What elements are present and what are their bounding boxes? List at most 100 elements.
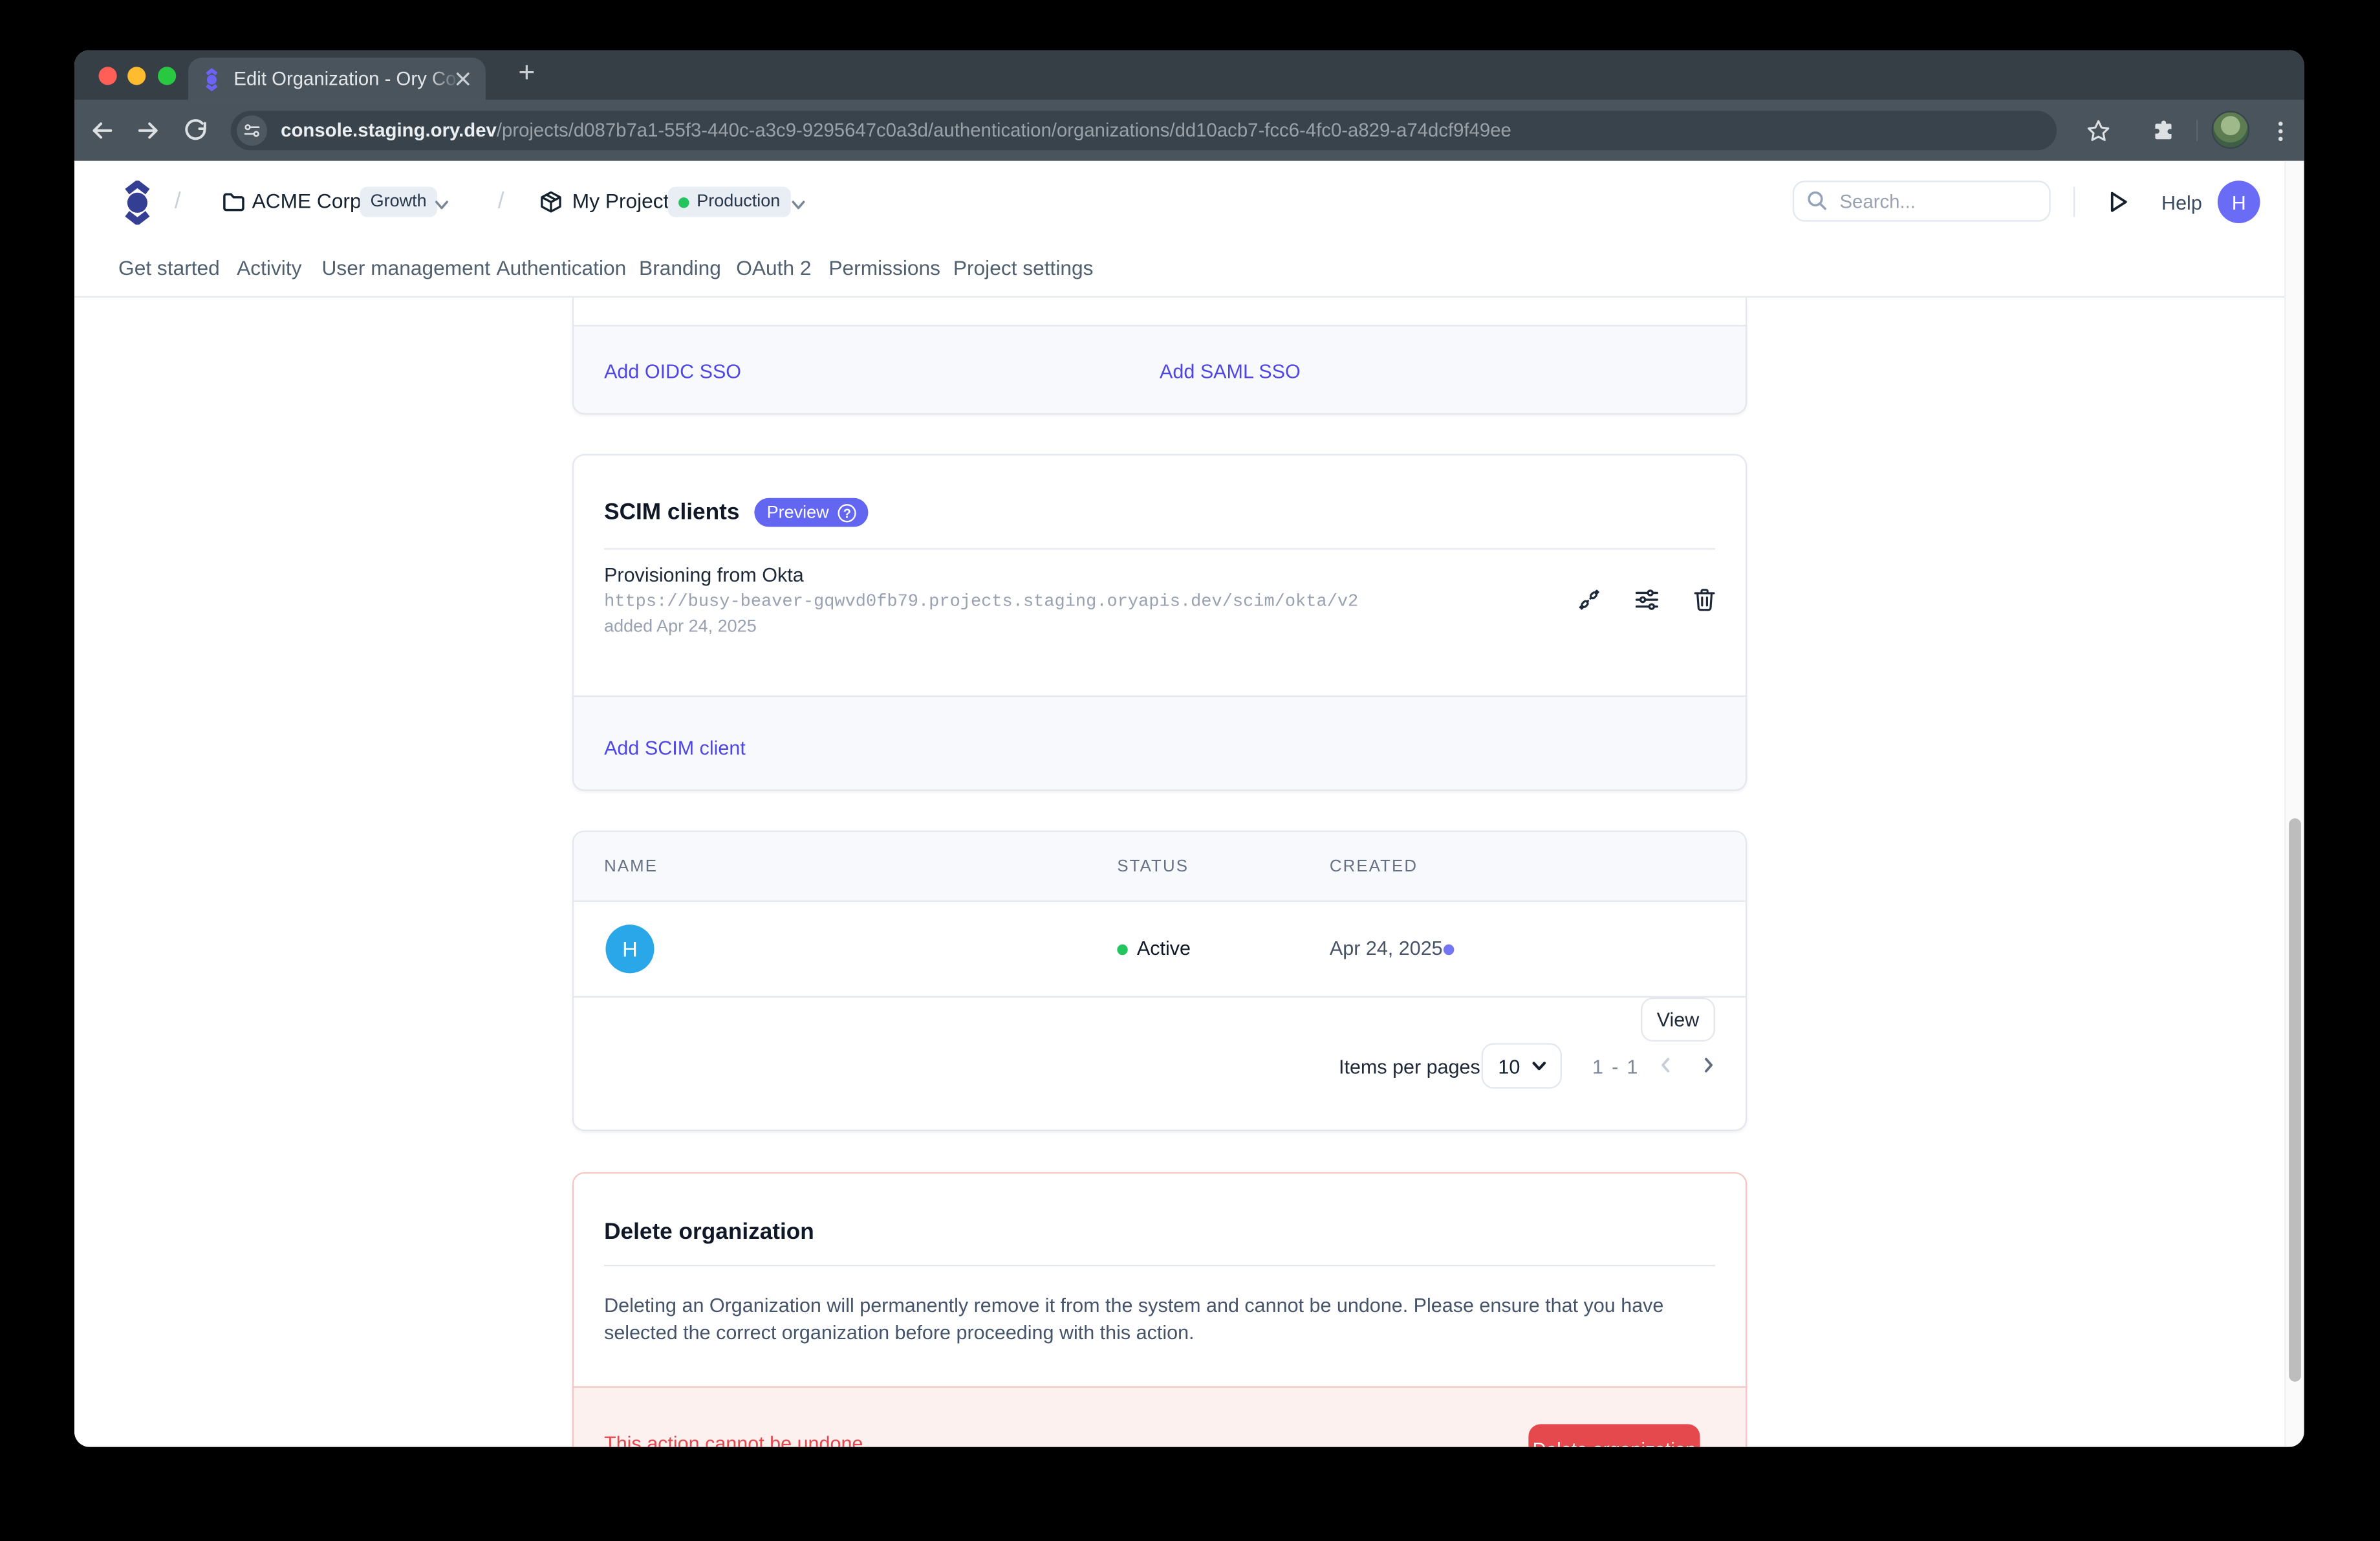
organization-avatar: H: [605, 924, 654, 973]
browser-tab-strip: Edit Organization - Ory Console +: [74, 50, 2304, 100]
traffic-light-zoom[interactable]: [158, 67, 176, 85]
search-input[interactable]: [1793, 180, 2051, 221]
browser-profile-avatar[interactable]: [2211, 111, 2249, 149]
sso-card: Add OIDC SSO Add SAML SSO: [572, 298, 1747, 415]
table-header-name: NAME: [604, 858, 658, 876]
extensions-icon[interactable]: [2151, 118, 2177, 144]
url-path: /projects/d087b7a1-55f3-440c-a3c9-929564…: [497, 120, 1511, 141]
test-connection-icon[interactable]: [1575, 586, 1603, 613]
url-bar[interactable]: console.staging.ory.dev/projects/d087b7a…: [231, 111, 2057, 150]
scim-card-title: SCIM clients: [604, 499, 739, 525]
scim-clients-card: SCIM clients Preview ? Provisioning from…: [572, 454, 1747, 791]
status-label: Active: [1137, 937, 1191, 959]
nav-permissions[interactable]: Permissions: [828, 257, 940, 279]
nav-project-settings[interactable]: Project settings: [953, 257, 1094, 279]
nav-oauth2[interactable]: OAuth 2: [736, 257, 811, 279]
site-settings-icon[interactable]: [237, 115, 267, 146]
help-link[interactable]: Help: [2161, 191, 2202, 214]
next-page-icon[interactable]: [1698, 1055, 1718, 1075]
preview-badge[interactable]: Preview ?: [755, 498, 869, 527]
url-text: console.staging.ory.dev/projects/d087b7a…: [281, 120, 1511, 141]
status-dot: [1117, 945, 1127, 955]
preview-badge-label: Preview: [767, 503, 829, 521]
page-size-select[interactable]: 10: [1482, 1043, 1562, 1088]
run-play-icon[interactable]: [2107, 190, 2130, 214]
delete-warning-text: This action cannot be undone.: [604, 1432, 869, 1447]
workspace-plan-badge: Growth: [360, 187, 437, 217]
environment-status-dot: [678, 197, 689, 207]
delete-organization-button[interactable]: Delete organization: [1528, 1424, 1700, 1447]
scim-client-name: Provisioning from Okta: [604, 563, 804, 586]
trash-icon[interactable]: [1691, 586, 1718, 613]
environment-badge: Production: [668, 187, 791, 217]
created-indicator-dot: [1444, 945, 1454, 955]
search-icon: [1806, 190, 1828, 211]
browser-menu-icon[interactable]: [2267, 118, 2293, 144]
nav-get-started[interactable]: Get started: [118, 257, 220, 279]
project-cube-icon: [539, 190, 563, 214]
workspace-chevron-down-icon[interactable]: [433, 196, 451, 214]
prev-page-icon[interactable]: [1656, 1055, 1676, 1075]
table-row[interactable]: H Active Apr 24, 2025 View: [574, 902, 1746, 998]
user-avatar[interactable]: H: [2218, 180, 2260, 223]
organizations-table-card: NAME STATUS CREATED H Active Apr 24, 202…: [572, 831, 1747, 1131]
toolbar-divider: [2196, 120, 2198, 141]
chevron-down-icon: [1530, 1056, 1548, 1075]
bookmark-star-icon[interactable]: [2086, 118, 2112, 144]
view-button[interactable]: View: [1641, 998, 1715, 1042]
back-icon[interactable]: [88, 117, 115, 144]
environment-label: Production: [697, 193, 780, 211]
url-host: console.staging.ory.dev: [281, 120, 497, 141]
scim-card-footer: Add SCIM client: [572, 695, 1747, 791]
new-tab-button[interactable]: +: [508, 56, 545, 93]
close-icon[interactable]: [452, 69, 473, 90]
table-header-created: CREATED: [1330, 858, 1418, 876]
configure-sliders-icon[interactable]: [1633, 586, 1660, 613]
page-size-value: 10: [1498, 1055, 1520, 1077]
created-date: Apr 24, 2025: [1330, 937, 1443, 959]
ory-logo[interactable]: [124, 180, 150, 224]
nav-user-management[interactable]: User management: [322, 257, 491, 279]
help-circle-icon: ?: [838, 503, 856, 521]
table-header-row: NAME STATUS CREATED: [574, 832, 1746, 902]
folder-icon: [222, 190, 246, 214]
project-chevron-down-icon[interactable]: [789, 196, 807, 214]
traffic-light-minimize[interactable]: [127, 67, 146, 85]
items-per-page-label: Items per pages: [1339, 1055, 1480, 1078]
browser-tab[interactable]: Edit Organization - Ory Console: [188, 58, 486, 100]
delete-card-title: Delete organization: [604, 1219, 814, 1245]
scim-client-url: https://busy-beaver-gqwvd0fb79.projects.…: [604, 592, 1358, 612]
breadcrumb-separator-2: /: [498, 188, 504, 214]
table-header-status: STATUS: [1117, 858, 1189, 876]
add-oidc-sso-link[interactable]: Add OIDC SSO: [604, 360, 741, 382]
screenshot-stage: Edit Organization - Ory Console +: [0, 0, 2380, 1541]
breadcrumb-workspace[interactable]: ACME Corp: [252, 190, 362, 212]
delete-organization-card: Delete organization Deleting an Organiza…: [572, 1172, 1747, 1447]
sso-card-footer: Add OIDC SSO Add SAML SSO: [572, 325, 1747, 414]
delete-card-description: Deleting an Organization will permanentl…: [604, 1292, 1691, 1345]
reload-icon[interactable]: [182, 117, 210, 144]
browser-toolbar: console.staging.ory.dev/projects/d087b7a…: [74, 100, 2304, 161]
page-content: / ACME Corp Growth / My Project Producti…: [74, 161, 2304, 1447]
forward-icon[interactable]: [135, 117, 162, 144]
ory-favicon: [202, 69, 222, 91]
nav-activity[interactable]: Activity: [237, 257, 301, 279]
browser-window: Edit Organization - Ory Console +: [74, 50, 2304, 1447]
scim-card-divider: [604, 548, 1715, 549]
breadcrumb-project[interactable]: My Project: [572, 190, 669, 212]
workspace-plan-label: Growth: [371, 193, 427, 211]
header-divider: [2073, 187, 2075, 217]
page-scrollbar-track[interactable]: [2284, 161, 2304, 1447]
breadcrumb-separator: /: [175, 188, 181, 214]
delete-card-divider: [604, 1265, 1715, 1266]
add-scim-client-link[interactable]: Add SCIM client: [604, 736, 746, 759]
nav-branding[interactable]: Branding: [639, 257, 721, 279]
scim-client-added-date: added Apr 24, 2025: [604, 618, 757, 636]
nav-authentication[interactable]: Authentication: [496, 257, 626, 279]
page-scrollbar-thumb[interactable]: [2289, 818, 2301, 1382]
pagination-range: 1 - 1: [1592, 1055, 1639, 1078]
add-saml-sso-link[interactable]: Add SAML SSO: [1160, 360, 1301, 382]
search-box: [1793, 180, 2051, 221]
traffic-light-close[interactable]: [99, 67, 117, 85]
delete-card-footer: This action cannot be undone. Delete org…: [572, 1386, 1747, 1447]
